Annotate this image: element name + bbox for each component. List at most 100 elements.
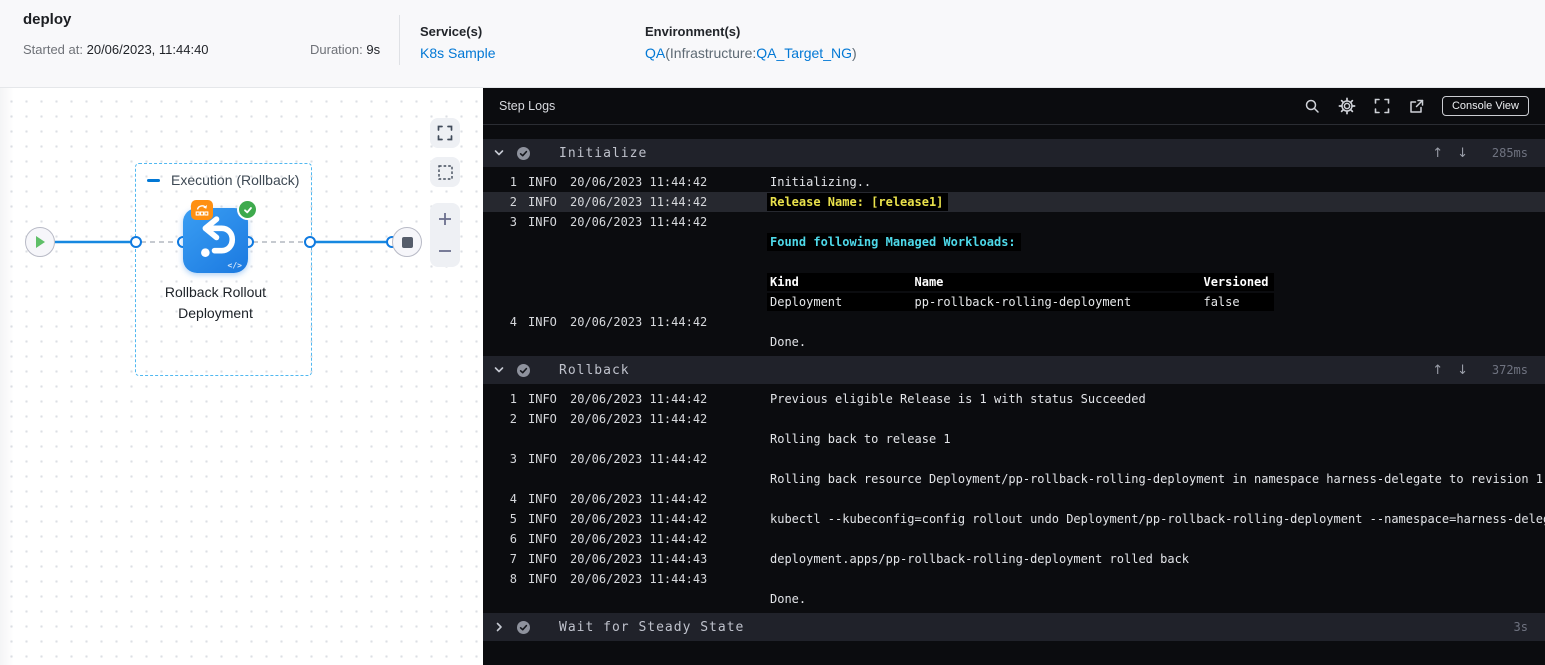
log-row[interactable]: Done. — [483, 589, 1545, 609]
log-timestamp: 20/06/2023 11:44:42 — [570, 412, 708, 426]
log-message: Found following Managed Workloads: — [767, 233, 1021, 251]
section-duration: 285ms — [1491, 146, 1528, 160]
zoom-out-button[interactable] — [430, 235, 460, 267]
log-row[interactable]: 2 INFO 20/06/2023 11:44:42 — [483, 409, 1545, 429]
play-icon — [36, 236, 45, 248]
log-row[interactable]: 3 INFO 20/06/2023 11:44:42 — [483, 212, 1545, 232]
log-section: Wait for Steady State 3s — [483, 613, 1545, 641]
log-row[interactable]: 3 INFO 20/06/2023 11:44:42 — [483, 449, 1545, 469]
log-row[interactable]: Rolling back to release 1 — [483, 429, 1545, 449]
log-row[interactable]: Found following Managed Workloads: — [483, 232, 1545, 252]
step-success-icon — [239, 201, 256, 218]
log-message: Deployment pp-rollback-rolling-deploymen… — [767, 293, 1274, 311]
log-message: deployment.apps/pp-rollback-rolling-depl… — [770, 552, 1190, 566]
log-row[interactable]: Kind Name Versioned — [483, 272, 1545, 292]
log-row[interactable]: 1 INFO 20/06/2023 11:44:42 Initializing.. — [483, 172, 1545, 192]
gear-icon[interactable] — [1337, 96, 1357, 116]
log-row[interactable]: 8 INFO 20/06/2023 11:44:43 — [483, 569, 1545, 589]
log-timestamp: 20/06/2023 11:44:42 — [570, 392, 708, 406]
step-node-label[interactable]: Rollback Rollout Deployment — [135, 282, 296, 324]
log-level: INFO — [528, 492, 557, 506]
start-node — [25, 227, 55, 257]
log-row[interactable]: 4 INFO 20/06/2023 11:44:42 — [483, 312, 1545, 332]
line-number: 1 — [509, 392, 517, 406]
log-row[interactable]: 4 INFO 20/06/2023 11:44:42 — [483, 489, 1545, 509]
section-success-icon — [516, 363, 531, 378]
log-row[interactable] — [483, 252, 1545, 272]
section-duration: 3s — [1513, 620, 1528, 634]
log-timestamp: 20/06/2023 11:44:42 — [570, 452, 708, 466]
log-level: INFO — [528, 315, 557, 329]
chevron-right-icon[interactable] — [493, 621, 505, 633]
log-row[interactable]: 5 INFO 20/06/2023 11:44:42 kubectl --kubeco… — [483, 509, 1545, 529]
scroll-to-bottom-button[interactable]: ↓ — [1457, 363, 1468, 378]
scroll-to-top-button[interactable]: ↑ — [1432, 363, 1443, 378]
log-section-header[interactable]: Rollback ↑ ↓ 372ms — [483, 356, 1545, 384]
minus-icon — [439, 250, 451, 252]
log-level: INFO — [528, 532, 557, 546]
duration-value: 9s — [366, 42, 381, 57]
log-rows: 1 INFO 20/06/2023 11:44:42 Previous eligibl… — [483, 384, 1545, 609]
log-message: Rolling back to release 1 — [770, 432, 951, 446]
log-timestamp: 20/06/2023 11:44:42 — [570, 512, 708, 526]
log-section-header[interactable]: Wait for Steady State 3s — [483, 613, 1545, 641]
line-number: 8 — [509, 572, 517, 586]
marquee-select-icon — [437, 164, 453, 180]
plus-icon — [439, 213, 451, 225]
open-in-new-icon[interactable] — [1407, 96, 1427, 116]
duration-label: Duration: — [310, 42, 363, 57]
search-icon[interactable] — [1302, 96, 1322, 116]
log-section: Rollback ↑ ↓ 372ms 1 INFO 20/06/2023 11:44:42 P… — [483, 356, 1545, 609]
started-at-value: 20/06/2023, 11:44:40 — [86, 42, 209, 57]
log-timestamp: 20/06/2023 11:44:42 — [570, 315, 708, 329]
scroll-to-bottom-button[interactable]: ↓ — [1457, 146, 1468, 161]
header-divider — [399, 15, 400, 65]
log-row[interactable]: 1 INFO 20/06/2023 11:44:42 Previous eligibl… — [483, 389, 1545, 409]
log-level: INFO — [528, 512, 557, 526]
line-number: 4 — [509, 315, 517, 329]
service-link[interactable]: K8s Sample — [420, 45, 495, 61]
chevron-down-icon[interactable] — [493, 364, 505, 376]
log-timestamp: 20/06/2023 11:44:42 — [570, 532, 708, 546]
log-section-title: Wait for Steady State — [559, 619, 745, 635]
stop-icon — [401, 236, 413, 248]
pipeline-graph-canvas[interactable]: Execution (Rollback) </> Rollback Rollou… — [0, 88, 483, 665]
log-timestamp: 20/06/2023 11:44:42 — [570, 492, 708, 506]
execution-group-title: Execution (Rollback) — [171, 172, 300, 188]
log-row[interactable]: Deployment pp-rollback-rolling-deploymen… — [483, 292, 1545, 312]
log-row[interactable]: Done. — [483, 332, 1545, 352]
fullscreen-icon — [437, 125, 453, 141]
log-row[interactable]: 6 INFO 20/06/2023 11:44:42 — [483, 529, 1545, 549]
log-level: INFO — [528, 175, 557, 189]
log-row[interactable]: Rolling back resource Deployment/pp-roll… — [483, 469, 1545, 489]
environment-link[interactable]: QA(Infrastructure:QA_Target_NG) — [645, 45, 857, 61]
step-logs-toolbar: Step Logs Console View — [483, 88, 1545, 125]
log-row[interactable]: 2 INFO 20/06/2023 11:44:42 Release Name: [r… — [483, 192, 1545, 212]
infrastructure-link[interactable]: QA_Target_NG — [756, 45, 852, 61]
step-logs-panel: Step Logs Console View Initialize ↑ ↓ 28… — [483, 88, 1545, 665]
canvas-select-button[interactable] — [430, 157, 460, 187]
log-timestamp: 20/06/2023 11:44:42 — [570, 175, 708, 189]
log-message: Rolling back resource Deployment/pp-roll… — [770, 472, 1544, 486]
log-message: kubectl --kubeconfig=config rollout undo… — [770, 512, 1545, 526]
services-block: Service(s) K8s Sample — [420, 24, 495, 61]
canvas-fullscreen-button[interactable] — [430, 118, 460, 148]
started-at: Started at: 20/06/2023, 11:44:40 — [23, 42, 209, 57]
log-level: INFO — [528, 392, 557, 406]
line-number: 1 — [509, 175, 517, 189]
scroll-to-top-button[interactable]: ↑ — [1432, 146, 1443, 161]
zoom-in-button[interactable] — [430, 203, 460, 235]
line-number: 2 — [509, 195, 517, 209]
console-view-button[interactable]: Console View — [1441, 96, 1529, 116]
rollout-deployment-badge-icon — [191, 200, 213, 220]
line-number: 3 — [509, 215, 517, 229]
end-node — [392, 227, 422, 257]
chevron-down-icon[interactable] — [493, 147, 505, 159]
log-section-header[interactable]: Initialize ↑ ↓ 285ms — [483, 139, 1545, 167]
collapse-group-icon[interactable] — [147, 178, 160, 182]
expand-logs-icon[interactable] — [1372, 96, 1392, 116]
log-level: INFO — [528, 552, 557, 566]
execution-group-label: Execution (Rollback) — [147, 172, 299, 188]
log-level: INFO — [528, 572, 557, 586]
log-row[interactable]: 7 INFO 20/06/2023 11:44:43 deployment.apps/… — [483, 549, 1545, 569]
